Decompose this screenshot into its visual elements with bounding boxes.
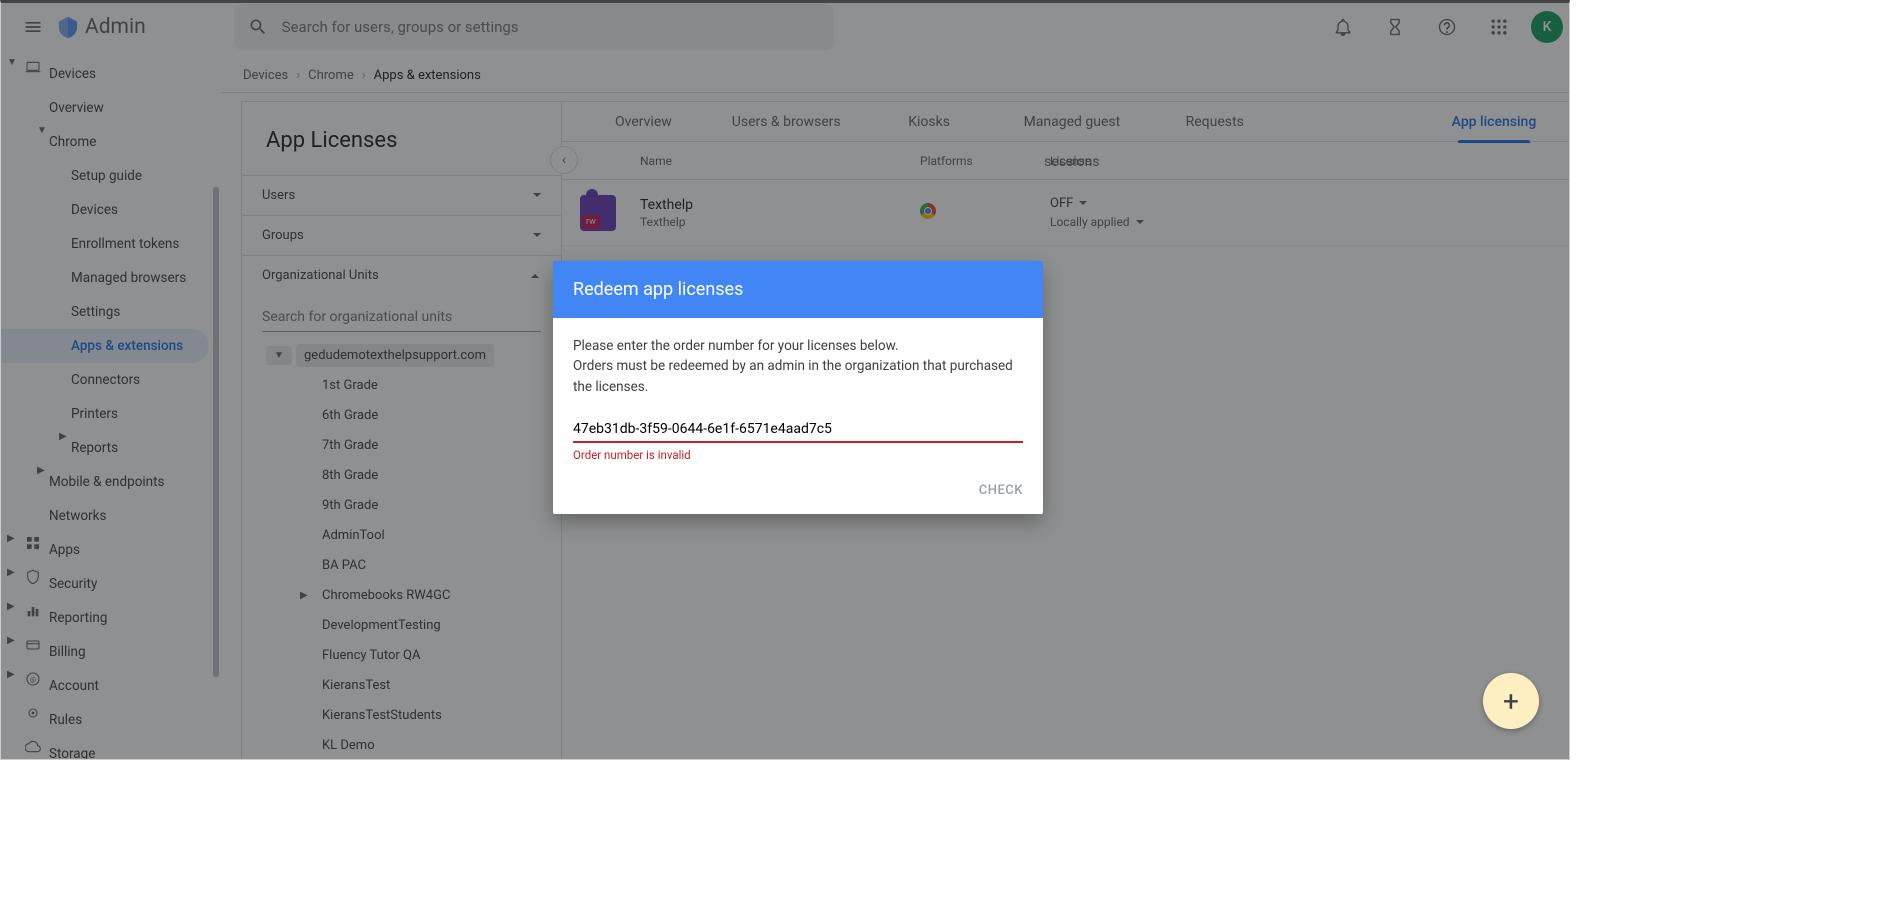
plus-icon: + [1503,685,1519,718]
dialog-instruction-1: Please enter the order number for your l… [573,336,1023,356]
check-button[interactable]: CHECK [979,483,1023,498]
order-error-message: Order number is invalid [573,447,1023,464]
dialog-title: Redeem app licenses [553,261,1043,318]
dialog-instruction-2: Orders must be redeemed by an admin in t… [573,356,1023,397]
redeem-dialog: Redeem app licenses Please enter the ord… [553,261,1043,514]
order-number-input[interactable] [573,415,1023,443]
add-fab[interactable]: + [1483,673,1539,729]
